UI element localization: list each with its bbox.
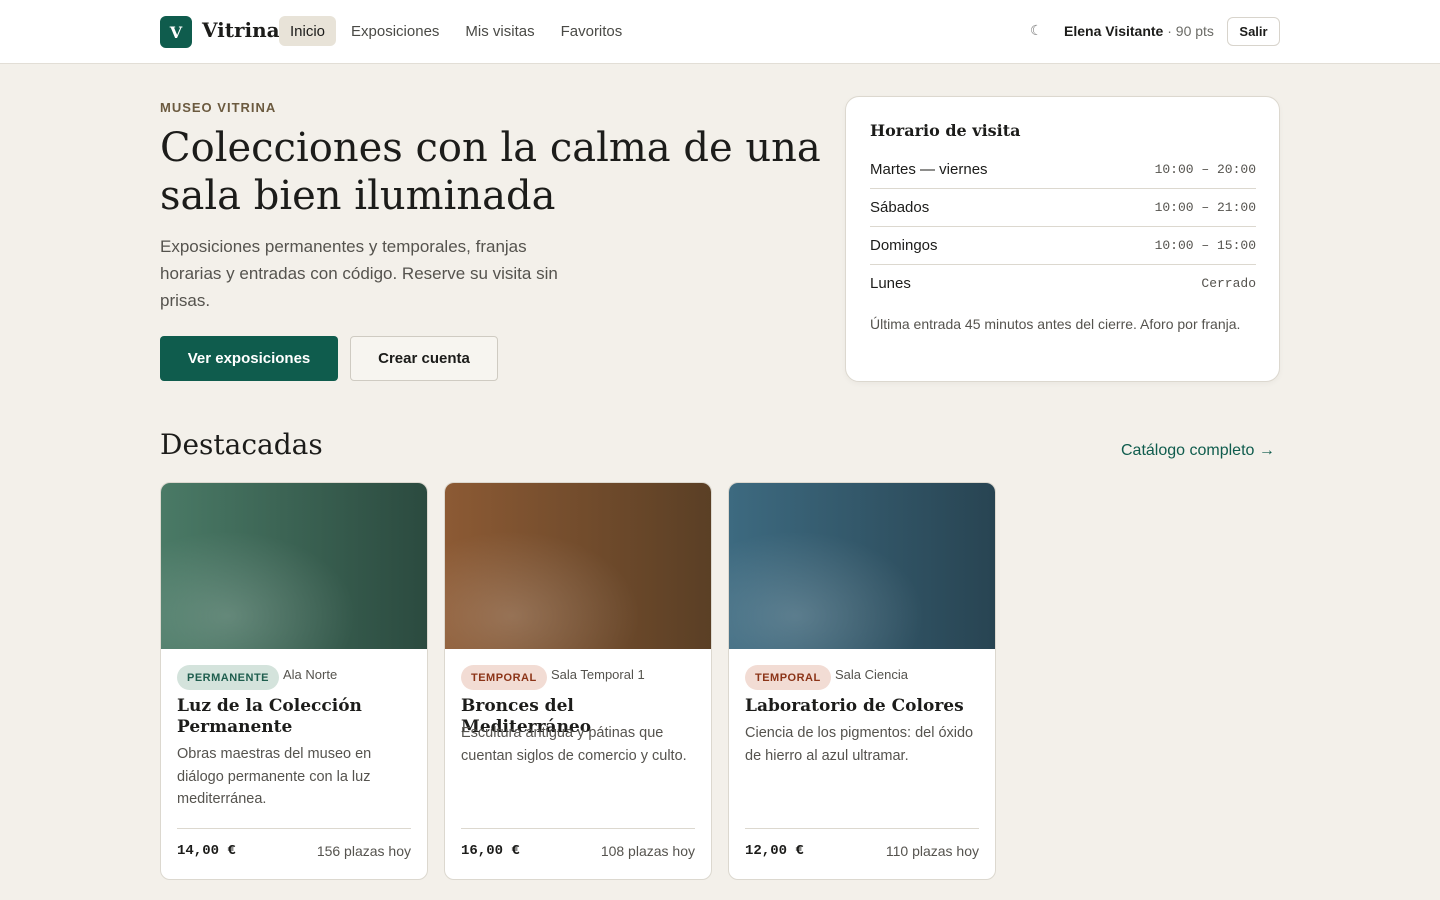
exhibition-title[interactable]: Luz de la Colección Permanente	[177, 696, 413, 738]
seats-available: 156 plazas hoy	[316, 843, 411, 859]
exhibition-description: Escultura antigua y pátinas que cuentan …	[461, 725, 687, 764]
hours-time: 10:00 – 21:00	[1154, 200, 1256, 215]
type-badge: TEMPORAL	[745, 665, 831, 690]
exhibition-card[interactable]: TEMPORAL Sala Ciencia Laboratorio de Col…	[728, 482, 996, 880]
view-exhibitions-button[interactable]: Ver exposiciones	[160, 336, 338, 381]
hours-time: 10:00 – 20:00	[1154, 162, 1256, 177]
logo-mark[interactable]: V	[160, 16, 192, 48]
card-divider	[177, 828, 411, 829]
room-label: Ala Norte	[283, 667, 338, 682]
type-badge: PERMANENTE	[177, 665, 280, 690]
exhibition-card[interactable]: TEMPORAL Sala Temporal 1 Bronces del Med…	[444, 482, 712, 880]
card-divider	[461, 828, 695, 829]
hours-day: Sábados	[870, 199, 930, 216]
featured-title: Destacadas	[160, 428, 323, 461]
hours-title: Horario de visita	[870, 121, 1021, 140]
logout-button[interactable]: Salir	[1227, 17, 1280, 46]
hours-time: Cerrado	[1201, 275, 1256, 291]
user-info: Elena Visitante · 90 pts	[1064, 23, 1214, 39]
user-name: Elena Visitante	[1064, 23, 1164, 39]
exhibition-image	[445, 483, 711, 649]
hours-day: Lunes	[870, 274, 911, 292]
nav-item-mis-visitas[interactable]: Mis visitas	[454, 16, 545, 46]
nav-item-inicio[interactable]: Inicio	[279, 16, 337, 46]
room-label: Sala Temporal 1	[551, 667, 645, 682]
seats-available: 110 plazas hoy	[885, 843, 979, 859]
app-name[interactable]: Vitrina	[202, 18, 280, 42]
hero-eyebrow: MUSEO VITRINA	[160, 100, 277, 115]
visiting-hours-card: Horario de visita Martes — viernes 10:00…	[845, 96, 1280, 382]
nav-item-favoritos[interactable]: Favoritos	[550, 16, 634, 46]
hours-row: Lunes Cerrado	[870, 264, 1256, 302]
hours-day: Martes — viernes	[870, 161, 988, 178]
catalog-link[interactable]: Catálogo completo →	[1121, 442, 1275, 460]
hours-time: 10:00 – 15:00	[1154, 238, 1256, 253]
top-bar: V Vitrina Inicio Exposiciones Mis visita…	[0, 0, 1440, 64]
exhibition-card[interactable]: PERMANENTE Ala Norte Luz de la Colección…	[160, 482, 428, 880]
exhibition-image	[161, 483, 427, 649]
hero-subtitle: Exposiciones permanentes y temporales, f…	[160, 237, 558, 310]
exhibition-description: Ciencia de los pigmentos: del óxido de h…	[745, 725, 974, 764]
type-badge: TEMPORAL	[461, 665, 547, 690]
hours-row: Domingos 10:00 – 15:00	[870, 227, 1256, 265]
hero-title: Colecciones con la calma de una sala bie…	[160, 125, 821, 219]
exhibition-description: Obras maestras del museo en diálogo perm…	[177, 746, 372, 807]
room-label: Sala Ciencia	[835, 667, 908, 682]
hours-day: Domingos	[870, 237, 938, 254]
user-points: · 90 pts	[1167, 23, 1214, 39]
hours-note: Última entrada 45 minutos antes del cier…	[870, 316, 1241, 332]
price: 14,00 €	[177, 843, 236, 859]
exhibition-image	[729, 483, 995, 649]
exhibition-title[interactable]: Laboratorio de Colores	[745, 696, 981, 717]
main-nav: Inicio Exposiciones Mis visitas Favorito…	[279, 16, 633, 46]
create-account-button[interactable]: Crear cuenta	[350, 336, 498, 381]
hours-row: Sábados 10:00 – 21:00	[870, 189, 1256, 227]
price: 12,00 €	[745, 843, 804, 859]
price: 16,00 €	[461, 843, 520, 859]
card-divider	[745, 828, 979, 829]
theme-toggle-moon-icon[interactable]: ☾	[1030, 22, 1043, 39]
hours-row: Martes — viernes 10:00 – 20:00	[870, 151, 1256, 189]
seats-available: 108 plazas hoy	[600, 843, 695, 859]
nav-item-exposiciones[interactable]: Exposiciones	[340, 16, 450, 46]
